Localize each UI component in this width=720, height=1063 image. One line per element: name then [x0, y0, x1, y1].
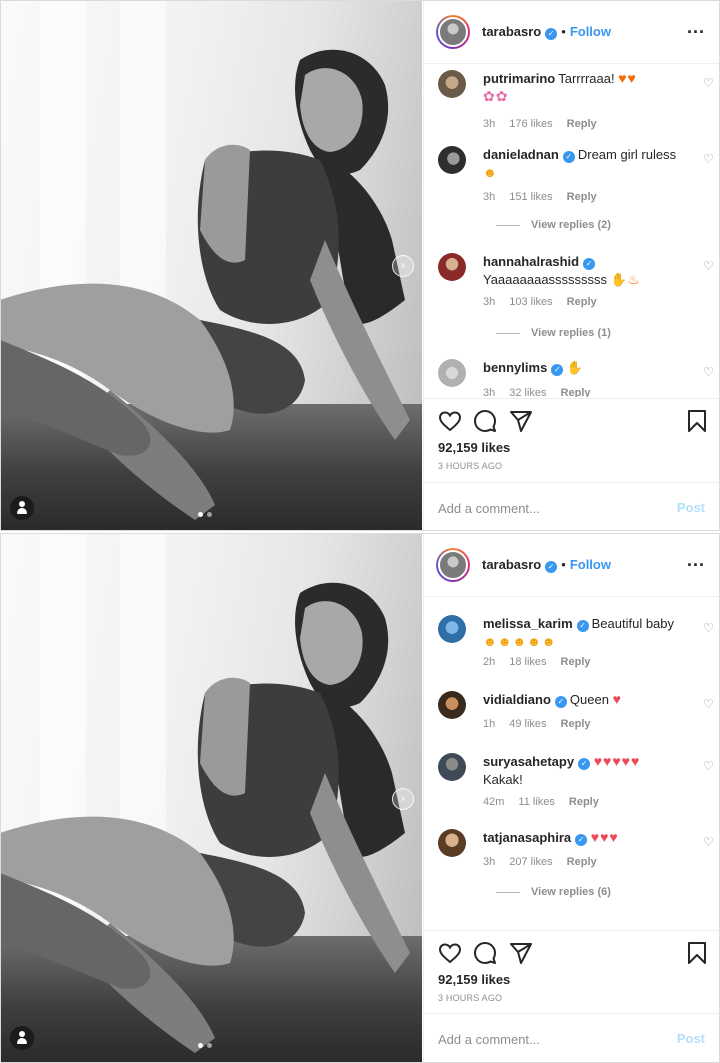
post-border [0, 533, 720, 1063]
instagram-post-2: › tarabasro ✓ • Follow ... melissa_karim ✓… [0, 533, 720, 1063]
post-border [0, 0, 720, 531]
instagram-post-1: › tarabasro ✓ • Follow ... putrimarino Tar… [0, 0, 720, 531]
